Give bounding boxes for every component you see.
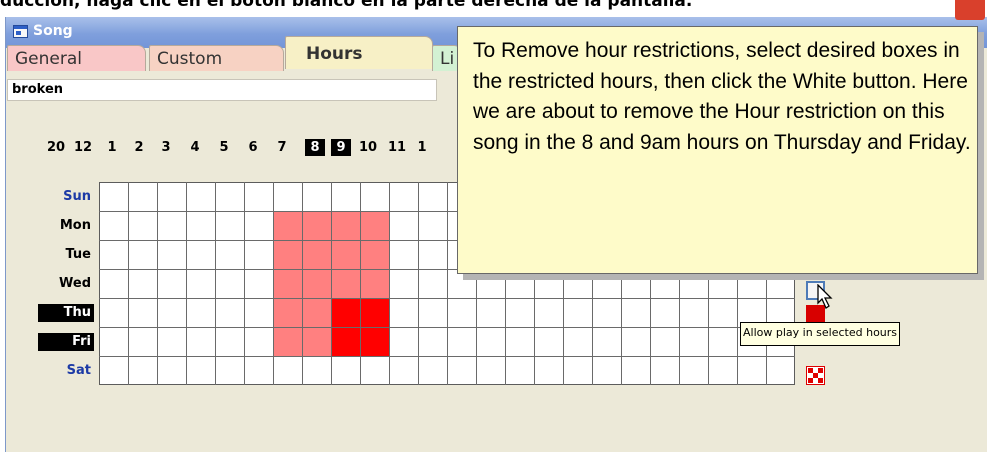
hour-label[interactable]: 7 [270,139,294,156]
hour-label[interactable]: 6 [241,139,265,156]
window-title: Song [33,23,73,39]
grid-cell-mon-8[interactable] [331,211,360,240]
page-caption: ducción, haga clic en el botón blanco en… [0,0,693,11]
grid-line [186,182,187,385]
hour-label[interactable]: 4 [183,139,207,156]
hour-label[interactable]: 12 [71,139,95,156]
grid-line [244,182,245,385]
mouse-pointer-icon [817,284,833,309]
window-icon [13,25,28,38]
hour-label[interactable]: 3 [154,139,178,156]
hour-label[interactable]: 2 [127,139,151,156]
grid-cell-mon-6[interactable] [273,211,302,240]
hour-label[interactable]: 11 [385,139,409,156]
hour-label[interactable]: 20 [44,139,68,156]
hour-label[interactable]: 1 [100,139,124,156]
tab-hours[interactable]: Hours [285,36,433,69]
grid-cell-mon-9[interactable] [360,211,389,240]
instruction-callout: To Remove hour restrictions, select desi… [457,26,978,274]
hour-label[interactable]: 5 [212,139,236,156]
grid-line [447,182,448,385]
grid-cell-mon-7[interactable] [302,211,331,240]
grid-cell-wed-8[interactable] [331,269,360,298]
grid-cell-fri-7[interactable] [302,327,331,356]
grid-cell-thu-7[interactable] [302,298,331,327]
grid-cell-wed-6[interactable] [273,269,302,298]
grid-line [128,182,129,385]
grid-cell-fri-6[interactable] [273,327,302,356]
grid-line [99,298,795,299]
grid-line [331,182,332,385]
song-name-field[interactable]: broken [7,79,437,101]
grid-line [389,182,390,385]
grid-cell-tue-8[interactable] [331,240,360,269]
grid-cell-thu-9[interactable] [360,298,389,327]
grid-cell-wed-7[interactable] [302,269,331,298]
tab-general[interactable]: General [7,45,146,71]
day-label-mon[interactable]: Mon [10,217,94,235]
hour-label[interactable]: 10 [356,139,380,156]
grid-cell-thu-6[interactable] [273,298,302,327]
grid-line [99,356,795,357]
hour-label[interactable]: 8 [305,139,325,156]
hour-label[interactable]: 1 [410,139,434,156]
day-label-sat[interactable]: Sat [10,362,94,380]
grid-cell-tue-6[interactable] [273,240,302,269]
checker-button-icon[interactable] [806,366,825,385]
grid-line [302,182,303,385]
day-label-tue[interactable]: Tue [10,246,94,264]
grid-cell-fri-8[interactable] [331,327,360,356]
grid-line [215,182,216,385]
grid-cell-tue-9[interactable] [360,240,389,269]
grid-line [360,182,361,385]
callout-text: To Remove hour restrictions, select desi… [473,39,971,154]
tooltip-allow-play: Allow play in selected hours [740,322,901,346]
grid-cell-fri-9[interactable] [360,327,389,356]
day-label-thu[interactable]: Thu [38,304,94,322]
day-label-sun[interactable]: Sun [10,188,94,206]
grid-line [157,182,158,385]
grid-cell-thu-8[interactable] [331,298,360,327]
grid-line [418,182,419,385]
grid-cell-wed-9[interactable] [360,269,389,298]
day-label-fri[interactable]: Fri [38,333,94,351]
hour-label[interactable]: 9 [331,139,351,156]
tab-custom[interactable]: Custom [149,45,284,71]
grid-line [273,182,274,385]
close-button[interactable] [955,0,985,20]
day-label-wed[interactable]: Wed [10,275,94,293]
grid-line [99,327,795,328]
grid-cell-tue-7[interactable] [302,240,331,269]
